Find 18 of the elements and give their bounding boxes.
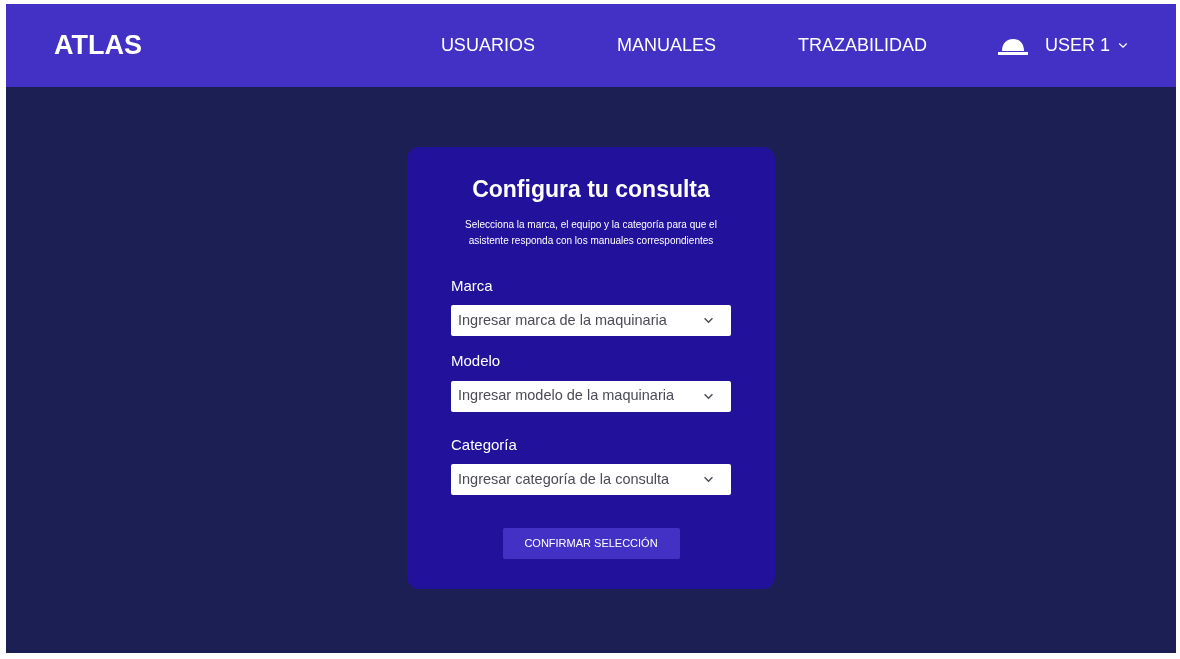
field-label: Categoría xyxy=(451,434,518,455)
nav-link[interactable]: USUARIOS xyxy=(440,32,535,59)
chevron-down-icon xyxy=(703,392,714,400)
nav-link[interactable]: MANUALES xyxy=(616,32,716,59)
card-subtitle: Selecciona la marca, el equipo y la categoría para que el asistente responda con los manuales correspondientes xyxy=(464,217,718,248)
confirm-button[interactable]: CONFIRMAR SELECCIÓN xyxy=(502,528,680,559)
chevron-down-icon xyxy=(1118,42,1128,49)
select-field[interactable]: Ingresar modelo de la maquinaria xyxy=(451,380,731,412)
card-title: Configura tu consulta xyxy=(472,175,710,204)
nav-link[interactable]: TRAZABILIDAD xyxy=(797,32,927,59)
app-logo: ATLAS xyxy=(54,29,142,63)
field-label: Modelo xyxy=(451,351,502,371)
field-label: Marca xyxy=(451,275,494,296)
user-menu-button[interactable]: USER 1 xyxy=(1044,32,1128,59)
select-field[interactable]: Ingresar marca de la maquinaria xyxy=(451,305,731,336)
chevron-down-icon xyxy=(703,476,714,483)
chevron-down-icon xyxy=(703,317,714,324)
select-field[interactable]: Ingresar categoría de la consulta xyxy=(451,464,731,495)
